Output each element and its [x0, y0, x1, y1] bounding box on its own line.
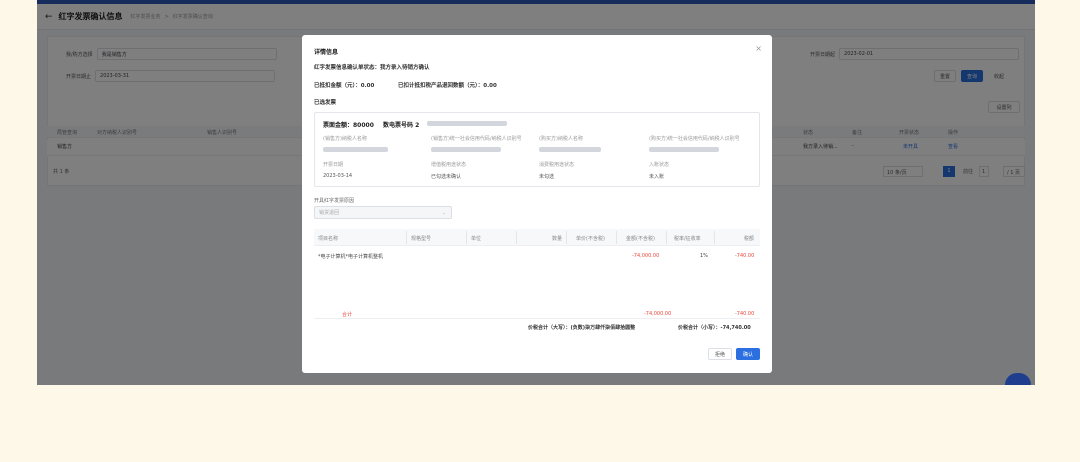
invoice-amount: 票面金额：80000: [323, 122, 374, 129]
detail-modal: 详情信息 × 红字发票信息确认单状态：我方录入待销方确认 已抵扣金额（元）：0.…: [302, 35, 772, 373]
buyer-name-label: (购买方)纳税人名称: [539, 136, 583, 142]
redacted-text: [323, 147, 388, 152]
seller-name-label: (销售方)纳税人名称: [323, 136, 367, 142]
item-tax: -740.00: [735, 253, 755, 259]
totals-row: 价税合计（大写）：(负数)柒万肆仟柒佰肆拾圆整 价税合计（小写）：-74,740…: [314, 318, 760, 334]
item-name: *电子计算机*电子计算机整机: [318, 254, 384, 260]
total-lower: 价税合计（小写）：-74,740.00: [678, 325, 751, 331]
column-header: 单位: [471, 236, 482, 242]
selected-invoice-title: 已选发票: [314, 100, 337, 106]
consumption-usage-label: 消费税用途状态: [539, 162, 575, 168]
column-divider: [616, 231, 617, 244]
modal-title: 详情信息: [314, 49, 339, 56]
confirm-button[interactable]: 确认: [736, 348, 760, 360]
confirm-status: 红字发票信息确认单状态：我方录入待销方确认: [314, 65, 430, 71]
consumption-usage-value: 未勾选: [539, 174, 555, 180]
issue-date-value: 2023-03-14: [323, 173, 353, 179]
invoice-number-label: 数电票号码 2: [383, 122, 420, 129]
invoice-card: 票面金额：80000 数电票号码 2 (销售方)纳税人名称 (销售方)统一社会信…: [314, 112, 760, 187]
vat-usage-label: 增值税用途状态: [431, 162, 467, 168]
column-divider: [516, 231, 517, 244]
column-header: 金额(不含税): [626, 236, 655, 242]
entry-status-value: 未入账: [649, 174, 665, 180]
column-header: 单价(不含税): [576, 236, 605, 242]
column-divider: [406, 231, 407, 244]
seller-tax-label: (销售方)统一社会信用代码/纳税人识别号: [431, 136, 522, 142]
close-icon[interactable]: ×: [755, 44, 762, 53]
item-rate: 1%: [700, 253, 708, 259]
refund-amount: 已扣计抵扣税产品退回数额（元）：0.00: [398, 83, 497, 89]
vat-usage-value: 已勾选未确认: [431, 174, 462, 180]
item-amount: -74,000.00: [632, 253, 660, 259]
subtotal-amount: -74,000.00: [644, 311, 672, 317]
column-header: 税率/征收率: [674, 236, 701, 242]
column-divider: [466, 231, 467, 244]
redacted-text: [427, 121, 507, 126]
reason-select[interactable]: 销货退回 ⌄: [314, 206, 452, 219]
subtotal-tax: -740.00: [735, 311, 755, 317]
redacted-text: [539, 147, 601, 152]
column-header: 规格型号: [411, 236, 432, 242]
column-divider: [714, 231, 715, 244]
deduction-amount: 已抵扣金额（元）：0.00: [314, 83, 375, 89]
redacted-text: [431, 147, 501, 152]
column-divider: [566, 231, 567, 244]
column-divider: [666, 231, 667, 244]
reject-button[interactable]: 拒绝: [708, 348, 732, 360]
chevron-down-icon: ⌄: [441, 210, 446, 216]
column-header: 数量: [552, 236, 563, 242]
entry-status-label: 入账状态: [649, 162, 670, 168]
items-table: 项目名称 规格型号 单位 数量 单价(不含税) 金额(不含税) 税率/征收率 税…: [314, 229, 760, 331]
subtotal-label: 合计: [342, 312, 353, 318]
column-header: 项目名称: [318, 236, 339, 242]
reason-value: 销货退回: [319, 210, 340, 216]
redacted-text: [649, 147, 719, 152]
reason-label: 开具红字发票原因: [314, 198, 355, 204]
column-header: 税额: [744, 236, 755, 242]
total-upper: 价税合计（大写）：(负数)柒万肆仟柒佰肆拾圆整: [528, 325, 636, 331]
issue-date-label: 开票日期: [323, 162, 344, 168]
items-table-header: 项目名称 规格型号 单位 数量 单价(不含税) 金额(不含税) 税率/征收率 税…: [314, 229, 760, 246]
buyer-tax-label: (购买方)统一社会信用代码/纳税人识别号: [649, 136, 740, 142]
